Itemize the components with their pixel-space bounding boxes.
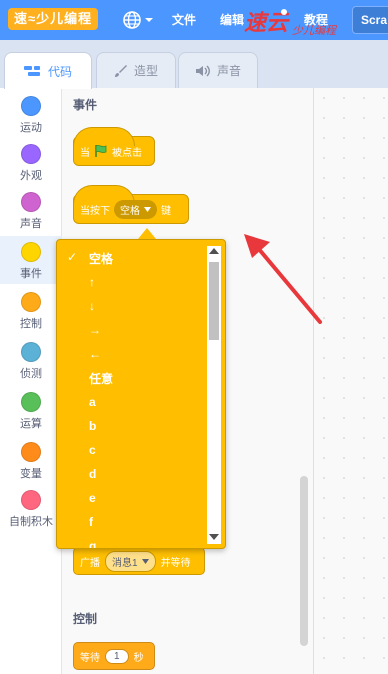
category-dot (21, 192, 41, 212)
dropdown-pointer (138, 228, 156, 239)
message-dropdown-value: 消息1 (112, 557, 138, 569)
chevron-down-icon (144, 206, 151, 212)
category-dot (21, 392, 41, 412)
category-my-blocks[interactable]: 自制积木 (0, 484, 62, 532)
tab-sound[interactable]: 声音 (178, 52, 258, 88)
control-section-title: 控制 (73, 612, 98, 626)
category-label: 运算 (20, 418, 42, 430)
block-text: 等待 (80, 652, 100, 664)
dropdown-option[interactable]: c (57, 438, 207, 462)
chevron-down-icon (141, 558, 149, 564)
category-variables[interactable]: 变量 (0, 436, 62, 484)
edit-menu[interactable]: 编辑 (220, 11, 244, 28)
category-label: 侦测 (20, 368, 42, 380)
key-dropdown-value: 空格 (120, 205, 140, 217)
wait-seconds-input[interactable]: 1 (105, 648, 129, 664)
when-flag-clicked-block[interactable]: 当 被点击 (73, 127, 155, 166)
category-label: 运动 (20, 122, 42, 134)
dropdown-option[interactable]: e (57, 486, 207, 510)
dropdown-option[interactable]: 任意 (57, 366, 207, 390)
category-sensing[interactable]: 侦测 (0, 336, 62, 384)
logo[interactable]: 速≈少儿编程 (8, 8, 99, 30)
category-dot (21, 292, 41, 312)
dropdown-option[interactable]: ↓ (57, 294, 207, 318)
key-dropdown-menu: ✓ 空格 ↑ ↓ → ← 任意 a b c d e f g (56, 239, 226, 549)
category-control[interactable]: 控制 (0, 286, 62, 334)
message-dropdown[interactable]: 消息1 (105, 550, 156, 572)
dropdown-option[interactable]: g (57, 534, 207, 548)
tutorial-menu[interactable]: 教程 (304, 11, 328, 28)
globe-icon (123, 11, 141, 29)
palette-scrollbar[interactable] (300, 476, 308, 646)
block-text: 键 (161, 205, 171, 217)
dropdown-option[interactable]: ↑ (57, 270, 207, 294)
tab-costume[interactable]: 造型 (96, 52, 176, 88)
tab-label: 声音 (216, 64, 241, 78)
category-label: 声音 (20, 218, 42, 230)
block-text: 当按下 (80, 205, 110, 217)
category-dot (21, 96, 41, 116)
category-motion[interactable]: 运动 (0, 90, 62, 138)
language-menu[interactable] (122, 9, 156, 31)
menu-bar: 速≈少儿编程 文件 编辑 教程 Scra 速云 少儿编程 (0, 0, 388, 40)
scratch-button[interactable]: Scra (352, 6, 388, 34)
script-area[interactable] (314, 88, 388, 674)
category-dot (21, 490, 41, 510)
category-sound[interactable]: 声音 (0, 186, 62, 234)
dropdown-option[interactable]: → (57, 318, 207, 342)
svg-text:速云: 速云 (244, 11, 290, 36)
tab-code[interactable]: 代码 (4, 52, 92, 89)
watermark-logo: 速云 少儿编程 (244, 9, 338, 37)
wait-seconds-block[interactable]: 等待 1 秒 (73, 642, 155, 670)
category-menu: 运动 外观 声音 事件 控制 侦测 运算 变量 自制积木 (0, 88, 62, 674)
category-label: 变量 (20, 468, 42, 480)
block-text: 当 (80, 147, 90, 159)
tab-label: 代码 (47, 64, 72, 79)
block-text: 广播 (80, 557, 100, 569)
category-label: 控制 (20, 318, 42, 330)
category-events[interactable]: 事件 (0, 236, 62, 284)
category-label: 事件 (20, 268, 42, 280)
category-dot (21, 342, 41, 362)
speaker-icon (195, 65, 210, 76)
category-operators[interactable]: 运算 (0, 386, 62, 434)
tab-label: 造型 (133, 64, 158, 78)
key-dropdown[interactable]: 空格 (114, 199, 157, 219)
code-icon (23, 66, 40, 76)
block-text: 秒 (133, 652, 144, 664)
category-label: 自制积木 (9, 516, 53, 528)
green-flag-icon (95, 145, 107, 157)
block-text: 被点击 (112, 147, 142, 159)
category-label: 外观 (20, 170, 42, 182)
broadcast-and-wait-block[interactable]: 广播 消息1 并等待 (73, 547, 205, 575)
category-dot (21, 242, 41, 262)
file-menu[interactable]: 文件 (172, 11, 196, 28)
scroll-down-icon[interactable] (209, 534, 219, 540)
chevron-down-icon (145, 18, 153, 22)
scroll-up-icon[interactable] (209, 248, 219, 254)
dropdown-scroll-thumb[interactable] (209, 262, 219, 340)
editor-tabs: 代码 造型 声音 (0, 40, 388, 89)
dropdown-option[interactable]: d (57, 462, 207, 486)
category-looks[interactable]: 外观 (0, 138, 62, 186)
category-dot (21, 442, 41, 462)
category-dot (21, 144, 41, 164)
when-key-pressed-block[interactable]: 当按下 空格 键 (73, 185, 189, 224)
dropdown-option[interactable]: f (57, 510, 207, 534)
dropdown-option[interactable]: a (57, 390, 207, 414)
dropdown-option[interactable]: ← (57, 342, 207, 366)
brush-icon (114, 64, 127, 77)
dropdown-option[interactable]: b (57, 414, 207, 438)
block-text: 并等待 (160, 557, 191, 569)
dropdown-option[interactable]: 空格 (57, 246, 207, 270)
events-section-title: 事件 (73, 98, 98, 112)
